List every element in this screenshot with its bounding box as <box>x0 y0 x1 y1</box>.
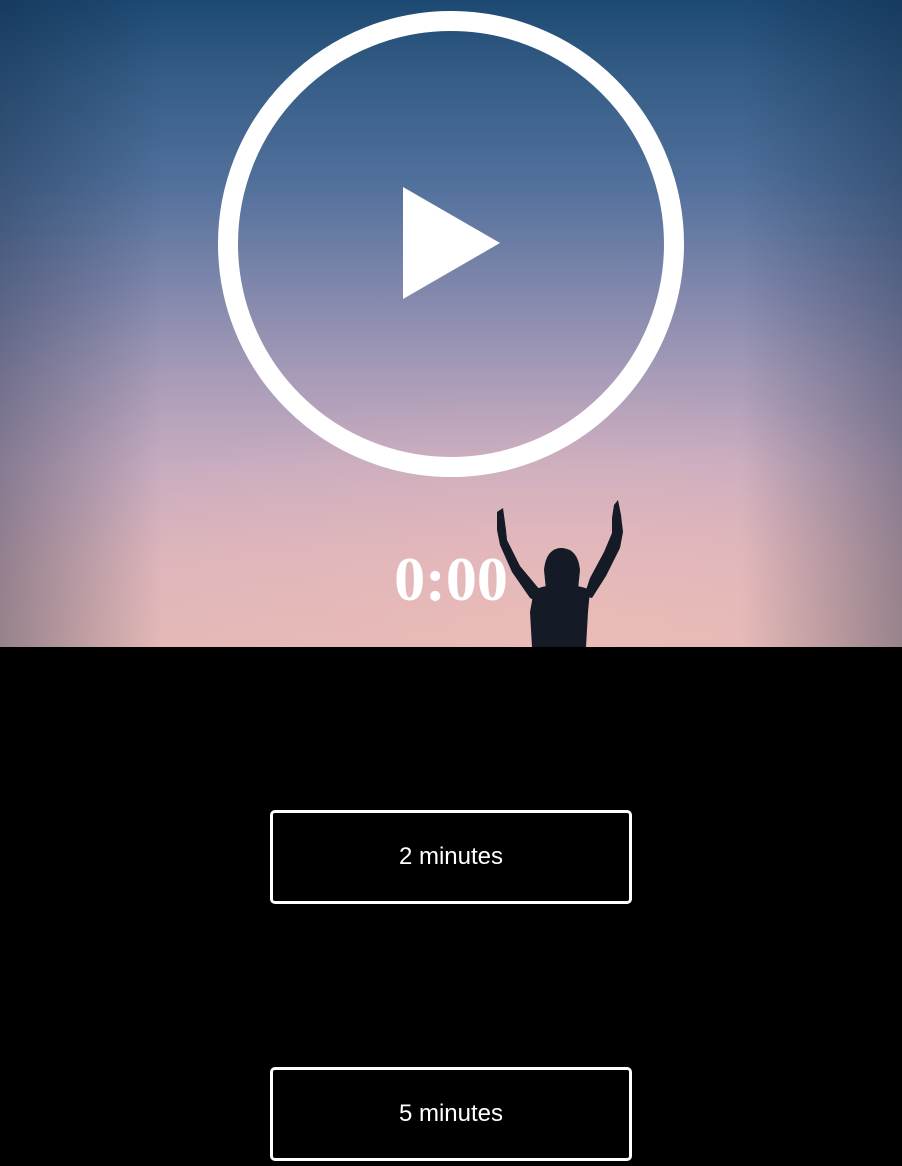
play-button[interactable] <box>217 10 685 478</box>
duration-5-minutes-button[interactable]: 5 minutes <box>270 1067 632 1161</box>
meditation-timer-page: 0:00 2 minutes 5 minutes <box>0 0 902 1166</box>
hero-background-image: 0:00 <box>0 0 902 647</box>
timer-display: 0:00 <box>394 546 508 614</box>
duration-2-minutes-button[interactable]: 2 minutes <box>270 810 632 904</box>
play-triangle-icon <box>403 187 500 299</box>
